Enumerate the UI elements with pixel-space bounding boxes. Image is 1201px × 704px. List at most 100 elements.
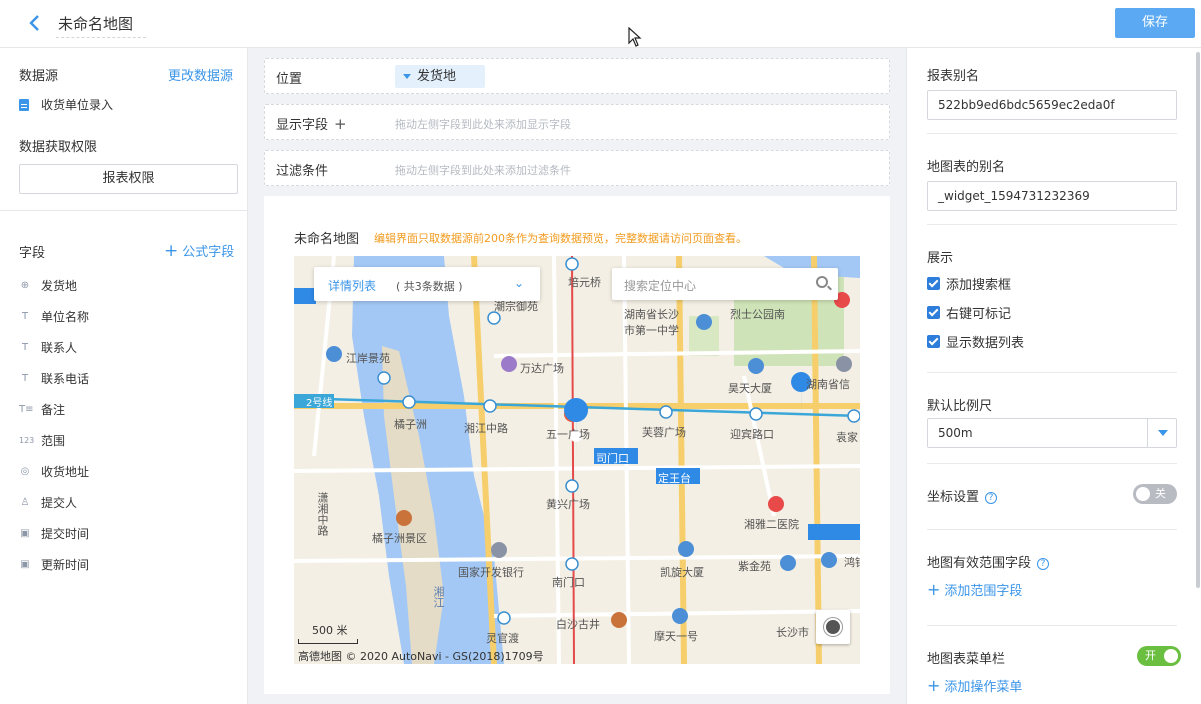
map-label: 灵官渡: [486, 632, 519, 645]
map-label: 司门口: [596, 452, 629, 465]
datasource-item[interactable]: 收货单位录入: [19, 96, 113, 113]
field-item[interactable]: T 联系人: [19, 332, 239, 363]
add-range-field-link[interactable]: + 添加范围字段: [927, 580, 1022, 599]
scale-select[interactable]: 500m: [927, 418, 1177, 448]
map-label: 烈士公园南: [730, 308, 785, 321]
chart-title: 未命名地图: [294, 232, 360, 247]
coord-toggle[interactable]: 关: [1133, 484, 1177, 504]
map-title-input[interactable]: 未命名地图: [56, 12, 146, 38]
chart-note: 编辑界面只取数据源前200条作为查询数据预览，完整数据请访问页面查看。: [374, 232, 747, 245]
help-icon[interactable]: ?: [985, 492, 998, 504]
scrollbar[interactable]: [1196, 52, 1200, 588]
map-label: 橘子洲: [394, 418, 427, 431]
menu-bar-toggle[interactable]: 开: [1137, 646, 1181, 666]
alias-input[interactable]: 522bb9ed6bdc5659ec2eda0f: [927, 90, 1177, 120]
dropdown-arrow-icon[interactable]: [1147, 419, 1176, 447]
field-item[interactable]: ▣ 提交时间: [19, 518, 239, 549]
checkbox-checked-icon[interactable]: [927, 335, 940, 348]
field-item[interactable]: T 联系电话: [19, 363, 239, 394]
document-icon: [19, 98, 29, 111]
pin-icon: ◎: [20, 466, 30, 477]
left-panel: 数据源 更改数据源 收货单位录入 数据获取权限 报表权限 字段 + 公式字段 ⊕ 发…: [0, 48, 248, 704]
checkbox-checked-icon[interactable]: [927, 306, 940, 319]
map-label: 芙蓉广场: [642, 426, 686, 439]
scale-bar: 500 米: [298, 622, 358, 644]
formula-field-link[interactable]: + 公式字段: [164, 241, 234, 261]
map-label: 定王台: [658, 472, 691, 485]
double-chevron-down-icon[interactable]: ⌄: [514, 276, 524, 290]
locate-button[interactable]: [816, 610, 850, 644]
divider: [927, 529, 1177, 530]
map-view[interactable]: 培元桥 湖南省长沙 市第一中学 烈士公园南 江岸景苑 万达广场 昊天大厦 湖南省…: [294, 256, 860, 664]
map-search-placeholder: 搜索定位中心: [624, 279, 697, 293]
field-item[interactable]: ▣ 更新时间: [19, 549, 239, 580]
map-label: 黄兴广场: [546, 498, 590, 511]
detail-list-toggle[interactable]: 详情列表 ( 共3条数据 ) ⌄: [314, 267, 540, 301]
field-label: 单位名称: [41, 310, 90, 324]
map-search-box[interactable]: 搜索定位中心: [612, 268, 838, 300]
map-label: 湘江: [432, 586, 445, 608]
datasource-label: 数据源: [19, 69, 59, 84]
map-label: 潇湘中路: [316, 492, 329, 536]
map-label: 江岸景苑: [346, 352, 390, 365]
map-label: 湘江中路: [464, 422, 508, 435]
field-label: 联系电话: [41, 372, 90, 386]
right-click-mark-checkbox[interactable]: 右键可标记: [927, 303, 1011, 322]
text-icon: T: [21, 311, 29, 322]
text-icon: T: [21, 373, 29, 384]
filter-label: 过滤条件: [276, 164, 329, 179]
top-bar: 未命名地图 保存: [0, 0, 1201, 48]
field-label: 联系人: [41, 341, 78, 355]
menu-bar-label: 地图表菜单栏: [927, 652, 1006, 667]
scale-label: 500 米: [312, 624, 348, 637]
report-permission-button[interactable]: 报表权限: [19, 164, 238, 194]
position-chip[interactable]: 发货地: [395, 65, 485, 88]
divider: [927, 625, 1177, 626]
help-icon[interactable]: ?: [1037, 558, 1050, 570]
map-label: 五一广场: [546, 428, 590, 441]
save-button[interactable]: 保存: [1115, 8, 1195, 38]
divider: [927, 372, 1177, 373]
map-label: 湘雅二医院: [744, 518, 799, 531]
display-fields-hint: 拖动左侧字段到此处来添加显示字段: [395, 118, 571, 131]
divider: [927, 224, 1177, 225]
field-item[interactable]: T≡ 备注: [19, 394, 239, 425]
number-icon: 123: [19, 436, 35, 445]
filter-hint: 拖动左侧字段到此处来添加过滤条件: [395, 164, 571, 177]
divider: [927, 463, 1177, 464]
text-icon: T: [21, 342, 29, 353]
mouse-cursor-icon: [628, 27, 642, 47]
range-field-label: 地图有效范围字段?: [927, 552, 1050, 571]
back-arrow-icon[interactable]: [26, 13, 44, 33]
map-label: 昊天大厦: [728, 382, 772, 395]
filter-dropzone[interactable]: 过滤条件 拖动左侧字段到此处来添加过滤条件: [264, 150, 890, 186]
toggle-label: 开: [1145, 649, 1156, 662]
location-icon: ⊕: [20, 280, 30, 291]
show-data-list-checkbox[interactable]: 显示数据列表: [927, 332, 1024, 351]
divider: [0, 210, 248, 211]
change-datasource-link[interactable]: 更改数据源: [168, 65, 233, 84]
display-fields-dropzone[interactable]: 显示字段 + 拖动左侧字段到此处来添加显示字段: [264, 104, 890, 140]
position-dropzone[interactable]: 位置 发货地: [264, 58, 890, 94]
field-list: ⊕ 发货地 T 单位名称 T 联系人 T 联系电话 T≡ 备注 123 范围 ◎ 收货地址 ♙…: [19, 270, 239, 580]
field-item[interactable]: ♙ 提交人: [19, 487, 239, 518]
field-item[interactable]: ◎ 收货地址: [19, 456, 239, 487]
checkbox-checked-icon[interactable]: [927, 277, 940, 290]
calendar-icon: ▣: [20, 559, 30, 570]
map-label: 长沙市: [776, 626, 809, 639]
add-icon[interactable]: +: [334, 115, 347, 133]
search-box-checkbox[interactable]: 添加搜索框: [927, 274, 1011, 293]
search-icon[interactable]: [816, 276, 828, 288]
map-label: 万达广场: [520, 362, 564, 375]
map-alias-input[interactable]: _widget_1594731232369: [927, 181, 1177, 211]
fields-label: 字段: [19, 246, 46, 261]
formula-field-label: 公式字段: [182, 245, 235, 260]
scale-value: 500m: [938, 426, 973, 440]
field-item[interactable]: ⊕ 发货地: [19, 270, 239, 301]
add-operation-menu-link[interactable]: + 添加操作菜单: [927, 676, 1022, 695]
map-label: 培元桥: [568, 276, 601, 289]
checkbox-label: 右键可标记: [946, 307, 1012, 322]
detail-list-count: ( 共3条数据 ): [396, 280, 463, 293]
field-item[interactable]: 123 范围: [19, 425, 239, 456]
field-item[interactable]: T 单位名称: [19, 301, 239, 332]
